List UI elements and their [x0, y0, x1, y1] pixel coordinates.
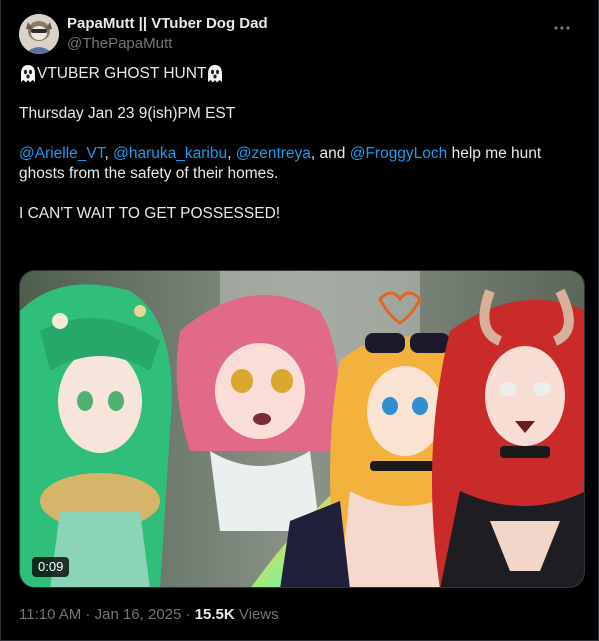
tweet-meta: 11:10 AM · Jan 16, 2025 · 15.5K Views [19, 605, 279, 625]
meta-separator: · [181, 606, 195, 623]
tweet-mentions-paragraph: @Arielle_VT, @haruka_karibu, @zentreya, … [19, 144, 585, 184]
tweet-text: VTUBER GHOST HUNT Thursday Jan 23 9(ish)… [19, 64, 585, 224]
tweet-date[interactable]: Jan 16, 2025 [95, 606, 182, 623]
tweet-date-line: Thursday Jan 23 9(ish)PM EST [19, 105, 236, 122]
tweet-header: PapaMutt || VTuber Dog Dad @ThePapaMutt [19, 12, 586, 56]
ghost-emoji-icon [206, 64, 224, 84]
views-label: Views [234, 606, 279, 623]
avatar[interactable] [19, 14, 59, 54]
more-horizontal-icon [553, 19, 571, 42]
author-display-name[interactable]: PapaMutt || VTuber Dog Dad [67, 14, 268, 34]
ghost-emoji-icon [19, 64, 37, 84]
meta-separator: · [81, 606, 95, 623]
tweet-title: VTUBER GHOST HUNT [37, 65, 207, 82]
views-count[interactable]: 15.5K [195, 606, 235, 623]
author-handle[interactable]: @ThePapaMutt [67, 34, 268, 54]
tweet-closing-line: I CAN'T WAIT TO GET POSSESSED! [19, 205, 281, 222]
mention-link[interactable]: @FroggyLoch [350, 145, 448, 162]
video-player[interactable]: 0:09 [19, 270, 585, 588]
tweet: PapaMutt || VTuber Dog Dad @ThePapaMutt [0, 0, 599, 641]
separator-text: , [104, 145, 114, 162]
mention-link[interactable]: @zentreya [236, 145, 311, 162]
video-thumbnail [20, 271, 584, 587]
more-options-button[interactable] [552, 20, 572, 40]
author-names: PapaMutt || VTuber Dog Dad @ThePapaMutt [67, 14, 268, 54]
tweet-time[interactable]: 11:10 AM [19, 606, 81, 623]
tweet-title-line: VTUBER GHOST HUNT [19, 64, 585, 84]
separator-text: , [227, 145, 236, 162]
mention-link[interactable]: @Arielle_VT [19, 145, 105, 162]
mention-link[interactable]: @haruka_karibu [113, 145, 227, 162]
separator-text: , and [310, 145, 350, 162]
video-duration-badge: 0:09 [32, 557, 70, 577]
